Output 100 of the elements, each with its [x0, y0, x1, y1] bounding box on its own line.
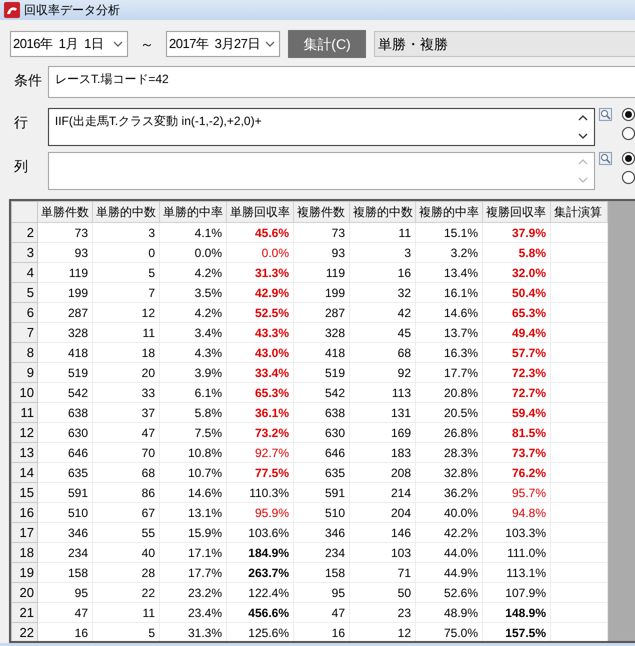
table-cell: 10.7% [160, 462, 226, 482]
radio-button[interactable] [622, 127, 635, 140]
row-header: 3 [12, 242, 38, 262]
table-cell: 26.8% [416, 422, 482, 442]
table-cell: 42.2% [416, 522, 482, 542]
table-cell: 5.8% [160, 402, 226, 422]
table-cell: 328 [294, 322, 350, 342]
table-cell: 11 [350, 222, 416, 242]
table-cell: 47 [92, 422, 160, 442]
table-cell: 14.6% [160, 482, 226, 502]
table-cell: 519 [38, 362, 92, 382]
table-cell: 73.7% [482, 442, 550, 462]
condition-field[interactable]: レースT.場コード=42 [48, 66, 635, 98]
table-cell: 40.0% [416, 502, 482, 522]
table-cell: 110.3% [226, 482, 294, 502]
table-cell: 77.5% [226, 462, 294, 482]
column-header[interactable]: 単勝回収率 [226, 202, 294, 222]
table-cell: 67 [92, 502, 160, 522]
date-picker[interactable]: 2016年 1月 1日 [10, 31, 128, 57]
table-cell: 635 [38, 462, 92, 482]
magnifier-icon[interactable] [599, 152, 612, 165]
table-cell: 42.9% [226, 282, 294, 302]
table-cell: 3.5% [160, 282, 226, 302]
row-header: 12 [12, 422, 38, 442]
row-header: 17 [12, 522, 38, 542]
table-cell: 36.1% [226, 402, 294, 422]
row-header: 9 [12, 362, 38, 382]
row-header: 22 [12, 622, 38, 641]
table-cell: 44.9% [416, 562, 482, 582]
table-cell: 234 [294, 542, 350, 562]
table-cell: 15.1% [416, 222, 482, 242]
table-cell: 510 [38, 502, 92, 522]
table-cell: 20 [92, 362, 160, 382]
row-header: 20 [12, 582, 38, 602]
table-cell: 148.9% [482, 602, 550, 622]
table-cell: 95.9% [226, 502, 294, 522]
expression-field[interactable] [48, 152, 596, 190]
column-header[interactable]: 単勝的中率 [160, 202, 226, 222]
table-cell: 3 [350, 242, 416, 262]
table-cell: 131 [350, 402, 416, 422]
table-cell: 23.4% [160, 602, 226, 622]
table-cell: 95.7% [482, 482, 550, 502]
table-cell: 4.2% [160, 302, 226, 322]
column-label: 列 [14, 157, 29, 176]
radio-button[interactable] [622, 171, 635, 184]
table-cell: 17.7% [416, 362, 482, 382]
table-cell: 3 [92, 222, 160, 242]
table-cell: 158 [294, 562, 350, 582]
table-cell: 32 [350, 282, 416, 302]
table-cell: 646 [38, 442, 92, 462]
scroll-arrows-icon[interactable] [578, 114, 588, 140]
row-header: 14 [12, 462, 38, 482]
window-title: 回収率データ分析 [24, 2, 120, 19]
bet-type-field: 単勝・複勝 [374, 31, 635, 57]
table-cell: 346 [294, 522, 350, 542]
row-header: 19 [12, 562, 38, 582]
column-header[interactable]: 複勝回収率 [482, 202, 550, 222]
table-cell: 17.7% [160, 562, 226, 582]
column-header[interactable]: 複勝件数 [294, 202, 350, 222]
column-header[interactable]: 複勝的中率 [416, 202, 482, 222]
date-picker[interactable]: 2017年 3月27日 [166, 31, 280, 57]
table-cell: 146 [350, 522, 416, 542]
table-cell: 635 [294, 462, 350, 482]
table-cell: 93 [38, 242, 92, 262]
table-cell: 18 [92, 342, 160, 362]
column-header[interactable]: 複勝的中数 [350, 202, 416, 222]
table-cell: 43.3% [226, 322, 294, 342]
table-cell: 15.9% [160, 522, 226, 542]
column-header[interactable]: 単勝件数 [38, 202, 92, 222]
table-cell: 7.5% [160, 422, 226, 442]
column-header[interactable]: 集計演算 [550, 202, 608, 222]
row-header: 16 [12, 502, 38, 522]
radio-button[interactable] [622, 108, 635, 121]
table-cell: 81.5% [482, 422, 550, 442]
table-cell: 5 [92, 262, 160, 282]
table-cell: 20.5% [416, 402, 482, 422]
row-header: 13 [12, 442, 38, 462]
table-cell: 20.8% [416, 382, 482, 402]
magnifier-icon[interactable] [599, 108, 612, 121]
table-cell: 68 [350, 342, 416, 362]
table-cell: 59.4% [482, 402, 550, 422]
table-cell: 94.8% [482, 502, 550, 522]
table-cell: 0.0% [226, 242, 294, 262]
table-cell: 630 [294, 422, 350, 442]
table-cell: 72.3% [482, 362, 550, 382]
table-cell: 42 [350, 302, 416, 322]
table-cell: 36.2% [416, 482, 482, 502]
table-cell: 52.5% [226, 302, 294, 322]
radio-button[interactable] [622, 152, 635, 165]
aggregate-button[interactable]: 集計(C) [288, 30, 366, 58]
table-cell: 31.3% [226, 262, 294, 282]
table-cell: 23.2% [160, 582, 226, 602]
table-cell: 73 [38, 222, 92, 242]
table-cell: 16.3% [416, 342, 482, 362]
expression-field[interactable]: IIF(出走馬T.クラス変動 in(-1,-2),+2,0)+ [48, 108, 596, 146]
table-cell: 519 [294, 362, 350, 382]
column-header[interactable]: 単勝的中数 [92, 202, 160, 222]
row-header: 18 [12, 542, 38, 562]
table-cell: 92.7% [226, 442, 294, 462]
table-cell: 7 [92, 282, 160, 302]
